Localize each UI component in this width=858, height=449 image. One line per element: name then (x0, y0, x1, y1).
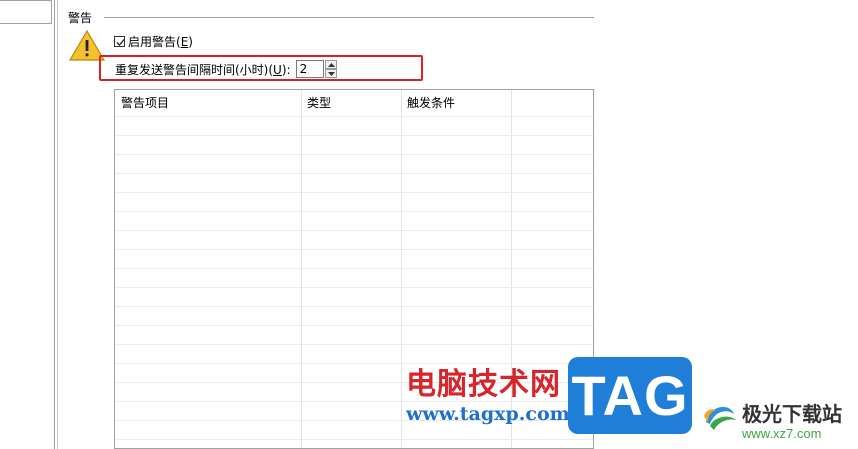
column-header-alert-item[interactable]: 警告项目 (121, 94, 169, 111)
annotation-highlight-box (99, 55, 423, 81)
table-row-line (115, 211, 593, 212)
table-row-line (115, 249, 593, 250)
column-header-trigger[interactable]: 触发条件 (407, 94, 455, 111)
column-divider (301, 90, 302, 448)
table-row-line (115, 154, 593, 155)
tag-logo: TAG (568, 357, 692, 434)
table-row-line (115, 439, 593, 440)
table-row-line (115, 325, 593, 326)
watermark-site-name: 电脑技术网 (406, 367, 561, 402)
checkbox-box[interactable] (114, 36, 125, 47)
table-row-line (115, 268, 593, 269)
table-row-line (115, 287, 593, 288)
enable-alert-label: 启用警告(E) (128, 35, 193, 49)
enable-alert-checkbox[interactable]: 启用警告(E) (114, 33, 193, 50)
watermark-site-url: www.tagxp.com (406, 403, 570, 425)
aurora-logo-icon (704, 407, 736, 430)
table-header: 警告项目 类型 触发条件 (115, 90, 593, 116)
group-separator (104, 17, 594, 18)
table-row-line (115, 344, 593, 345)
left-pane-field[interactable] (0, 0, 52, 24)
table-row-line (115, 116, 593, 117)
table-row-line (115, 135, 593, 136)
column-divider (401, 90, 402, 448)
pane-divider (57, 0, 58, 449)
watermark-xz-url: www.xz7.com (742, 426, 822, 441)
table-row-line (115, 192, 593, 193)
table-row-line (115, 306, 593, 307)
left-navigation-pane (0, 0, 55, 449)
checkmark-icon (116, 39, 125, 46)
watermark-xz-name: 极光下载站 (742, 402, 842, 426)
table-row-line (115, 230, 593, 231)
column-header-type[interactable]: 类型 (307, 94, 331, 111)
table-row-line (115, 173, 593, 174)
alert-group-title: 警告 (68, 11, 93, 25)
